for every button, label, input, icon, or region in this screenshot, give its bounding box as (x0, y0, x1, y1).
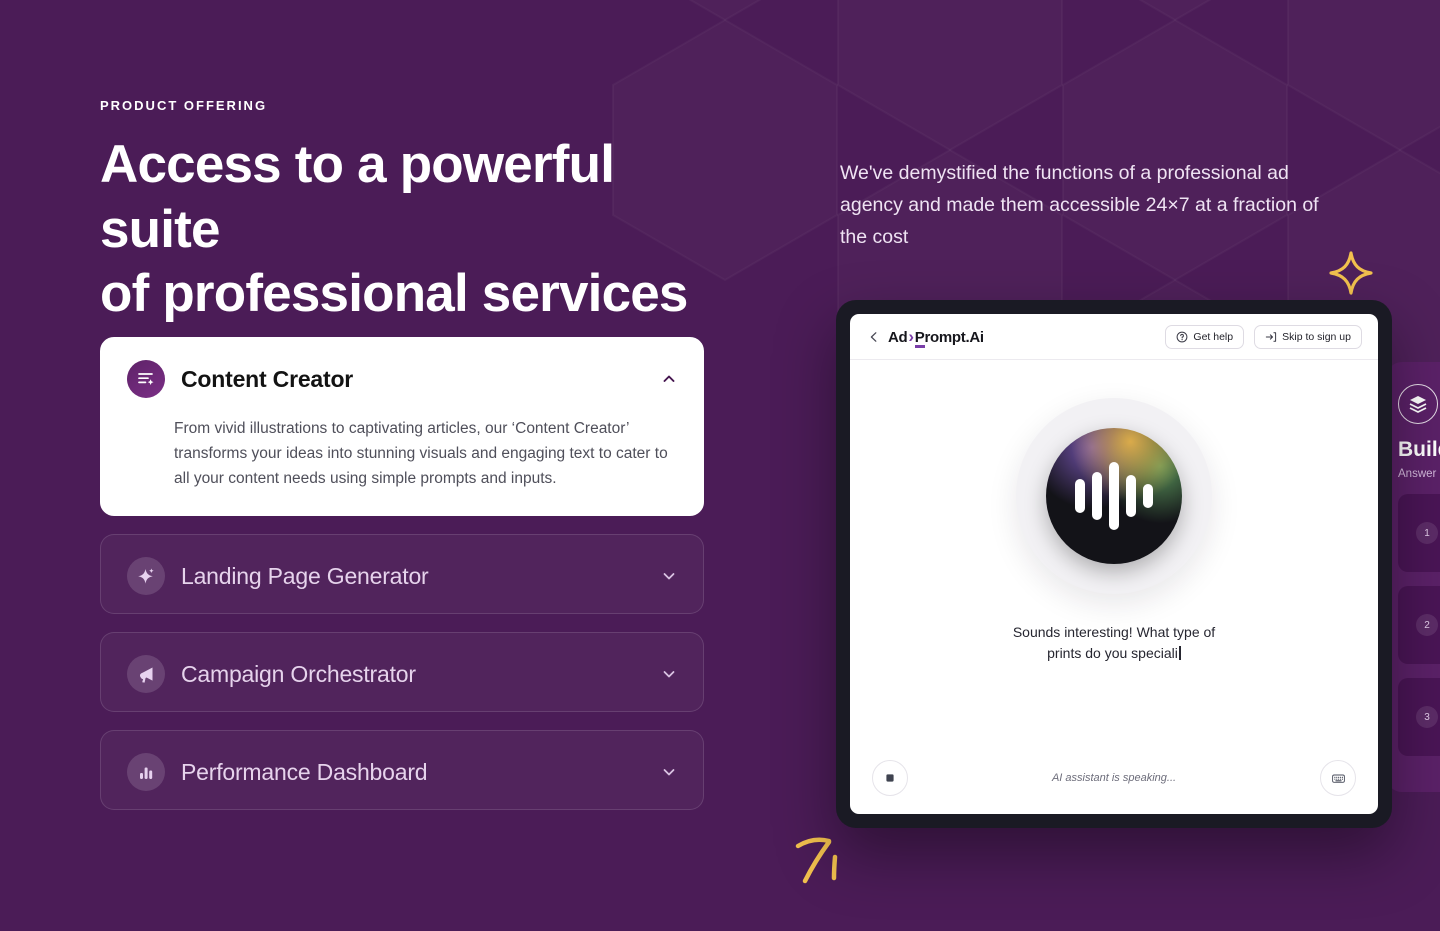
wave-bar (1109, 462, 1119, 531)
headline-line-1: Access to a powerful suite (100, 135, 615, 259)
text-lines-sparkle-icon (127, 360, 165, 398)
text-caret (1178, 646, 1181, 660)
logo-chevron-icon: › (908, 326, 914, 346)
accordion-header[interactable]: Performance Dashboard (101, 731, 703, 809)
wave-bar (1075, 479, 1085, 514)
chevron-up-icon[interactable] (661, 371, 677, 387)
accordion-header[interactable]: Campaign Orchestrator (101, 633, 703, 711)
hero-text-block: PRODUCT OFFERING Access to a powerful su… (100, 98, 720, 327)
accordion-title: Landing Page Generator (181, 562, 429, 589)
headline-line-2: of professional services (100, 264, 688, 324)
accordion-item-landing-page-generator[interactable]: Landing Page Generator (100, 534, 704, 615)
chevron-down-icon[interactable] (661, 568, 677, 584)
side-panel-card[interactable]: 2 (1398, 586, 1440, 664)
accordion-title: Performance Dashboard (181, 758, 428, 785)
logo-suffix: rompt.Ai (924, 328, 985, 346)
accordion-header[interactable]: Content Creator (101, 338, 703, 416)
chevron-left-icon[interactable] (866, 327, 888, 347)
bar-chart-icon (127, 753, 165, 792)
get-help-label: Get help (1193, 330, 1234, 343)
accordion-item-campaign-orchestrator[interactable]: Campaign Orchestrator (100, 632, 704, 713)
hero-description: We've demystified the functions of a pro… (840, 162, 1319, 248)
step-number: 3 (1416, 706, 1438, 728)
accordion-header[interactable]: Landing Page Generator (101, 535, 703, 613)
skip-to-sign-up-button[interactable]: Skip to sign up (1254, 324, 1362, 349)
wave-bar (1143, 484, 1153, 509)
accordion-title: Content Creator (181, 365, 354, 392)
side-panel-title: Build (1398, 438, 1440, 461)
sparkles-icon (127, 557, 165, 596)
chevron-down-icon[interactable] (661, 666, 677, 682)
four-point-star-icon (1329, 251, 1373, 295)
app-header: Ad › P rompt.Ai Get help Skip to sign up (850, 314, 1378, 360)
layers-icon (1398, 384, 1438, 424)
wave-bar (1126, 475, 1136, 518)
logo-prefix: Ad (888, 328, 908, 346)
device-mockup: Ad › P rompt.Ai Get help Skip to sign up… (836, 300, 1392, 828)
services-accordion: Content Creator From vivid illustrations… (100, 337, 704, 828)
voice-controls-bar: AI assistant is speaking... (850, 742, 1378, 814)
skip-to-sign-up-label: Skip to sign up (1282, 330, 1351, 343)
step-number: 1 (1416, 522, 1438, 544)
voice-session-area: Sounds interesting! What type of prints … (850, 360, 1378, 742)
accordion-item-performance-dashboard[interactable]: Performance Dashboard (100, 730, 704, 811)
stop-button[interactable] (872, 760, 908, 796)
transcript-caption: Sounds interesting! What type of prints … (999, 622, 1229, 663)
hand-drawn-seven-icon (795, 837, 838, 884)
side-panel-card[interactable]: 1 (1398, 494, 1440, 572)
question-circle-icon (1177, 331, 1188, 342)
voice-waveform-icon[interactable] (1046, 428, 1182, 565)
app-screen: Ad › P rompt.Ai Get help Skip to sign up… (850, 314, 1378, 814)
accordion-body: From vivid illustrations to captivating … (174, 420, 668, 488)
side-panel-build: Build Answer 1 2 3 (1386, 362, 1440, 792)
accordion-title: Campaign Orchestrator (181, 660, 416, 687)
get-help-button[interactable]: Get help (1165, 324, 1245, 349)
stop-square-icon (886, 774, 894, 782)
login-arrow-icon (1265, 331, 1277, 342)
side-panel-subtitle: Answer (1398, 468, 1437, 480)
megaphone-icon (127, 655, 165, 694)
page-title: Access to a powerful suite of profession… (100, 133, 720, 327)
page-root: PRODUCT OFFERING Access to a powerful su… (0, 0, 1440, 931)
transcript-text: Sounds interesting! What type of prints … (1012, 624, 1216, 661)
header-actions: Get help Skip to sign up (1165, 324, 1362, 349)
logo-p-underlined: P (914, 328, 925, 348)
step-number: 2 (1416, 614, 1438, 636)
app-logo[interactable]: Ad › P rompt.Ai (888, 326, 985, 348)
voice-orb-halo (1016, 398, 1212, 595)
keyboard-button[interactable] (1320, 760, 1356, 796)
wave-bar (1092, 472, 1102, 521)
assistant-status-text: AI assistant is speaking... (1051, 772, 1177, 784)
eyebrow-label: PRODUCT OFFERING (100, 98, 268, 113)
keyboard-icon (1331, 774, 1345, 783)
chevron-down-icon[interactable] (661, 764, 677, 780)
accordion-item-content-creator[interactable]: Content Creator From vivid illustrations… (100, 337, 704, 517)
side-panel-card[interactable]: 3 (1398, 678, 1440, 756)
